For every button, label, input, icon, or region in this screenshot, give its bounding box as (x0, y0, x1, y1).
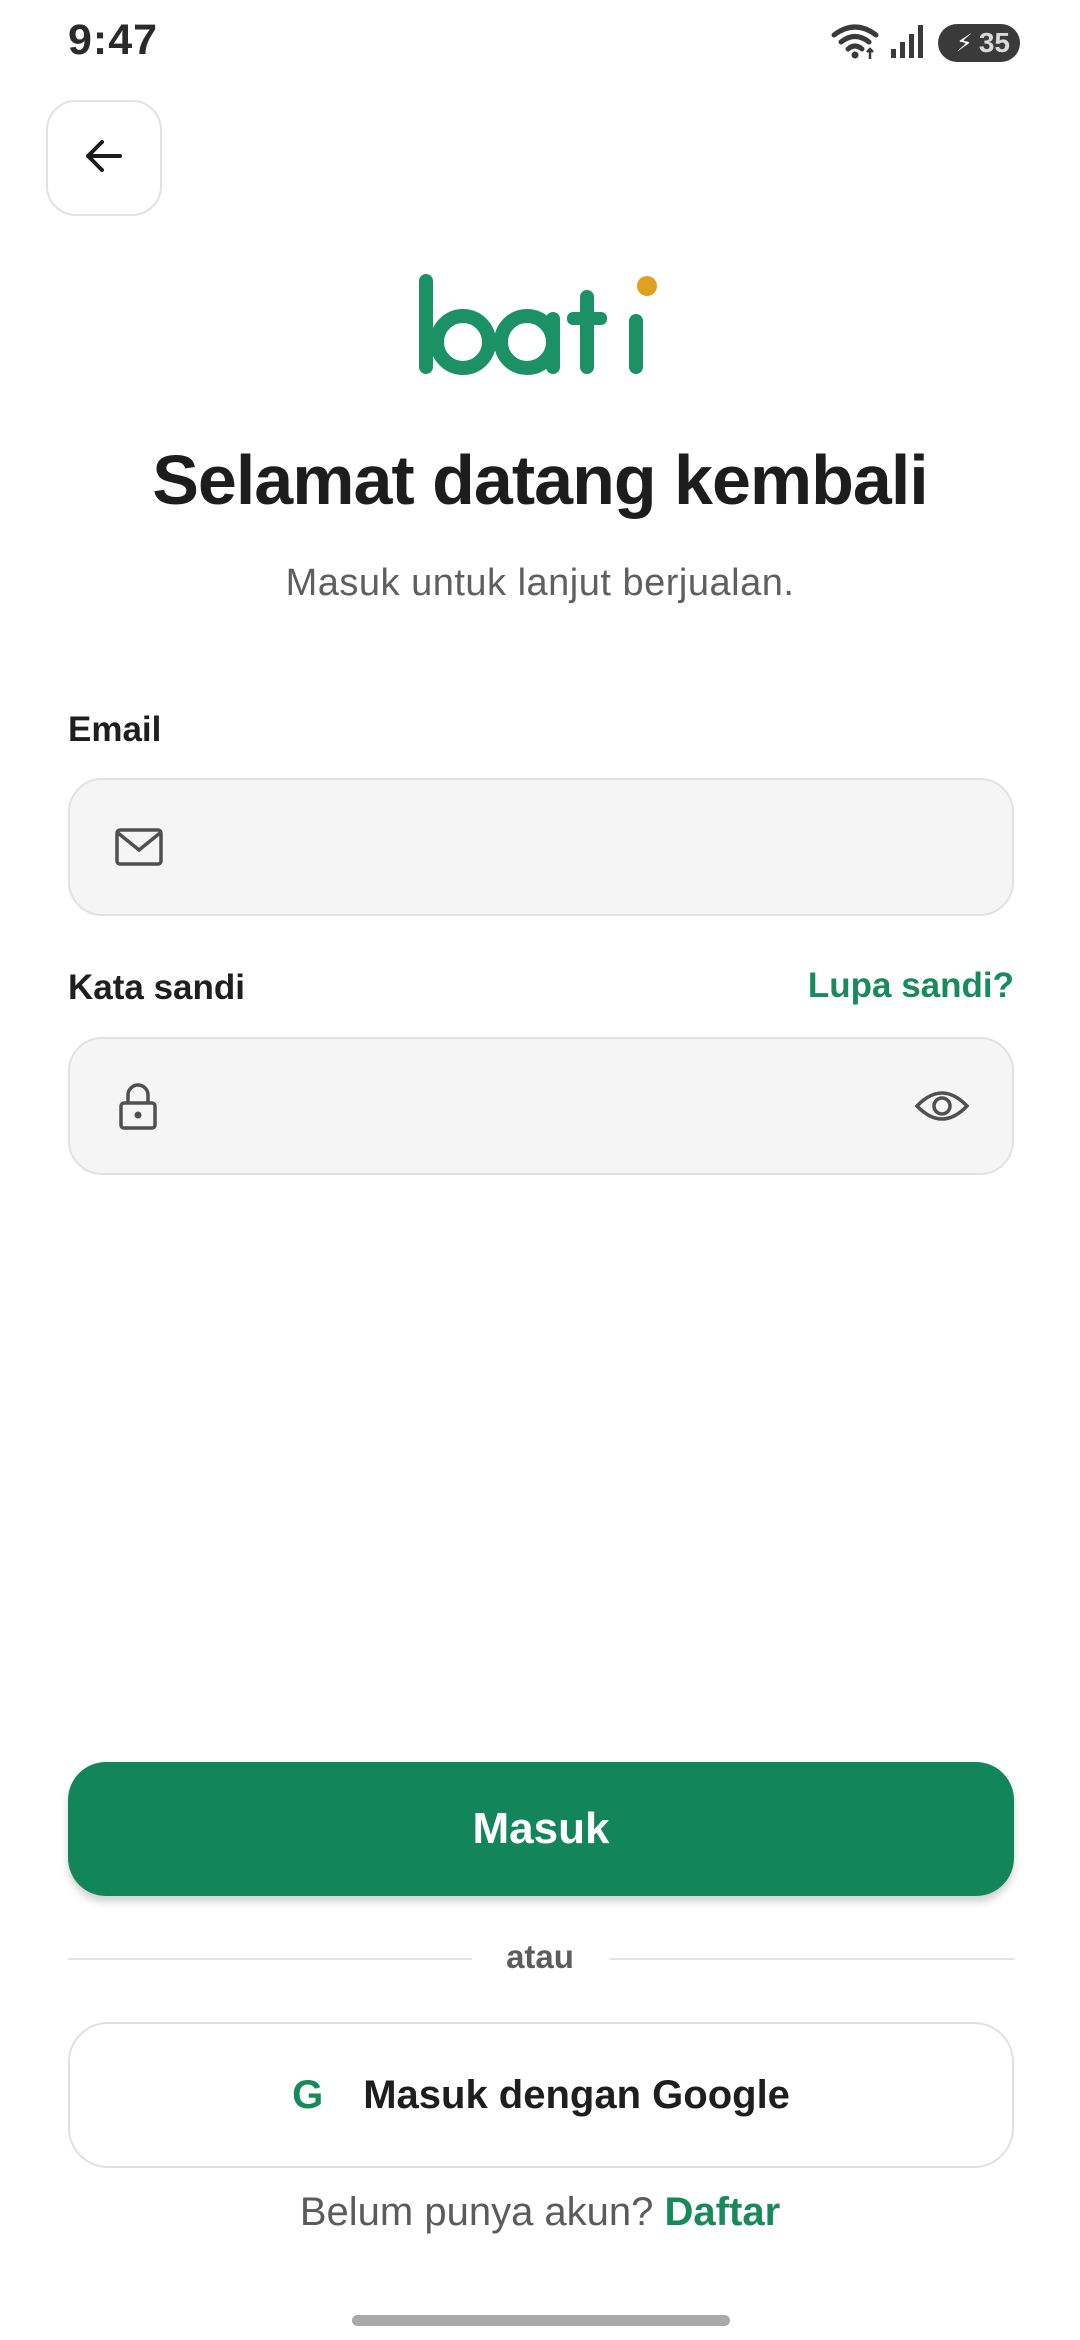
divider-text: atau (506, 1938, 574, 1975)
login-button[interactable]: Masuk (68, 1762, 1014, 1896)
google-login-button[interactable]: G Masuk dengan Google (68, 2022, 1014, 2168)
back-arrow-icon (80, 132, 128, 185)
google-login-label: Masuk dengan Google (363, 2072, 790, 2117)
page-title: Selamat datang kembali (152, 441, 929, 519)
signup-link[interactable]: Daftar (665, 2190, 781, 2234)
home-indicator[interactable] (352, 2315, 730, 2326)
battery-level: 35 (978, 27, 1010, 58)
brand-logo (0, 262, 1080, 382)
bati-logo (419, 274, 657, 375)
email-label: Email (68, 710, 162, 749)
eye-icon[interactable] (914, 1086, 970, 1126)
signup-prompt-text: Belum punya akun? (299, 2190, 654, 2234)
email-input[interactable] (190, 780, 892, 914)
mail-icon (114, 826, 164, 868)
wifi-icon (830, 21, 880, 66)
lock-icon (118, 1081, 158, 1131)
password-label: Kata sandi (68, 968, 245, 1007)
page-subtitle: Masuk untuk lanjut berjualan. (285, 562, 795, 604)
battery-icon: ⚡ 35 (938, 24, 1020, 62)
charging-bolt-icon: ⚡ (955, 29, 973, 57)
password-field[interactable] (68, 1037, 1014, 1175)
google-icon: G (292, 2072, 324, 2117)
password-input[interactable] (190, 1039, 892, 1173)
email-field[interactable] (68, 778, 1014, 916)
signup-prompt: Belum punya akun? Daftar (0, 2190, 1080, 2235)
status-icons: ⚡ 35 (830, 22, 1020, 64)
forgot-password-link[interactable]: Lupa sandi? (808, 966, 1014, 1006)
back-button[interactable] (46, 100, 162, 216)
status-time: 9:47 (68, 16, 159, 64)
signal-icon (890, 23, 928, 64)
